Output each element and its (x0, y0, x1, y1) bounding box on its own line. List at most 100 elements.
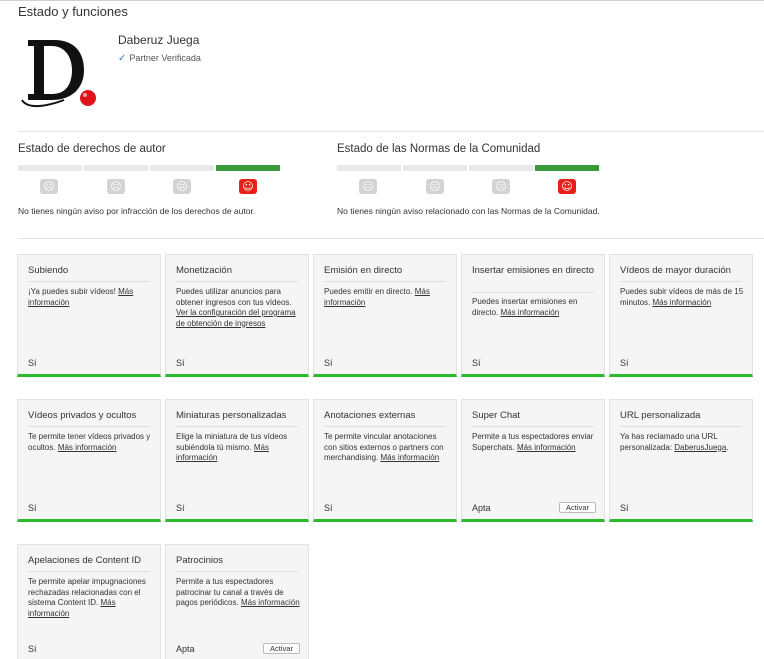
feature-card-external-annotations: Anotaciones externas Te permite vincular… (313, 399, 457, 522)
card-divider (28, 281, 150, 282)
copyright-status: Estado de derechos de autor ☹ ☹ ☹ ☺ No t… (18, 143, 280, 216)
monetization-settings-link[interactable]: Ver la configuración del programa de obt… (176, 308, 296, 328)
card-divider (620, 426, 742, 427)
feature-status: Sí (28, 358, 37, 368)
strike-segment-active (535, 165, 599, 171)
feature-title: Patrocinios (176, 555, 223, 566)
feature-status: Sí (620, 503, 629, 513)
strike-segment (469, 165, 533, 171)
community-status: Estado de las Normas de la Comunidad ☹ ☹… (337, 143, 600, 216)
feature-card-content-id-appeals: Apelaciones de Content ID Te permite ape… (17, 544, 161, 659)
copyright-status-title: Estado de derechos de autor (18, 143, 166, 155)
more-info-link[interactable]: Más información (241, 598, 300, 607)
feature-status: Sí (620, 358, 629, 368)
copyright-status-message: No tienes ningún aviso por infracción de… (18, 206, 256, 216)
happy-face-icon: ☺ (558, 179, 576, 194)
activate-sponsorships-button[interactable]: Activar (263, 643, 300, 654)
feature-description: Puedes insertar emisiones en directo. Má… (472, 297, 578, 317)
check-icon: ✓ (118, 53, 127, 64)
strike-segment (84, 165, 148, 171)
strike-segment (337, 165, 401, 171)
feature-status: Sí (28, 644, 37, 654)
feature-description: Puedes utilizar anuncios para obtener in… (176, 287, 296, 328)
feature-card-longer-videos: Vídeos de mayor duración Puedes subir ví… (609, 254, 753, 377)
feature-description: Te permite vincular anotaciones con siti… (324, 432, 444, 462)
community-status-title: Estado de las Normas de la Comunidad (337, 143, 541, 155)
card-divider (472, 292, 594, 293)
feature-card-sponsorships: Patrocinios Permite a tus espectadores p… (165, 544, 309, 659)
custom-url-link[interactable]: DaberusJuega (674, 443, 726, 452)
feature-card-monetization: Monetización Puedes utilizar anuncios pa… (165, 254, 309, 377)
card-divider (28, 426, 150, 427)
feature-status: Sí (324, 358, 333, 368)
neutral-face-icon: ☹ (173, 179, 191, 194)
strike-segment-active (216, 165, 280, 171)
card-divider (324, 281, 446, 282)
partner-badge-label: Partner Verificada (129, 53, 201, 63)
feature-title: Vídeos de mayor duración (620, 265, 731, 276)
neutral-face-icon: ☹ (426, 179, 444, 194)
feature-title: URL personalizada (620, 410, 701, 421)
feature-card-custom-thumbnails: Miniaturas personalizadas Elige la minia… (165, 399, 309, 522)
community-strike-meter: ☹ ☹ ☹ ☺ (337, 165, 602, 197)
neutral-face-icon: ☹ (107, 179, 125, 194)
feature-description: Ya has reclamado una URL personalizada: … (620, 432, 729, 452)
divider (18, 131, 764, 132)
feature-title: Apelaciones de Content ID (28, 555, 142, 566)
more-info-link[interactable]: Más información (58, 443, 117, 452)
feature-status: Sí (176, 358, 185, 368)
divider (18, 238, 764, 239)
feature-title: Emisión en directo (324, 265, 403, 276)
community-status-message: No tienes ningún aviso relacionado con l… (337, 206, 600, 216)
card-divider (176, 426, 298, 427)
feature-description: Puedes emitir en directo. Más informació… (324, 287, 430, 307)
feature-card-super-chat: Super Chat Permite a tus espectadores en… (461, 399, 605, 522)
feature-title: Super Chat (472, 410, 521, 421)
feature-card-private-videos: Vídeos privados y ocultos Te permite ten… (17, 399, 161, 522)
happy-face-icon: ☺ (239, 179, 257, 194)
card-divider (472, 426, 594, 427)
feature-status: Sí (472, 358, 481, 368)
channel-logo (18, 34, 98, 110)
feature-title: Miniaturas personalizadas (176, 410, 287, 421)
feature-description: Permite a tus espectadores patrocinar tu… (176, 577, 300, 607)
feature-status: Sí (28, 503, 37, 513)
more-info-link[interactable]: Más información (380, 453, 439, 462)
feature-card-live-streaming: Emisión en directo Puedes emitir en dire… (313, 254, 457, 377)
feature-status: Sí (324, 503, 333, 513)
card-divider (176, 571, 298, 572)
feature-description: Te permite tener vídeos privados y ocult… (28, 432, 151, 452)
feature-description: Permite a tus espectadores enviar Superc… (472, 432, 594, 452)
more-info-link[interactable]: Más información (517, 443, 576, 452)
card-divider (324, 426, 446, 427)
channel-name[interactable]: Daberuz Juega (118, 33, 199, 47)
partner-badge: ✓ Partner Verificada (118, 53, 201, 64)
more-info-link[interactable]: Más información (500, 308, 559, 317)
feature-description: ¡Ya puedes subir vídeos! Más información (28, 287, 134, 307)
feature-title: Monetización (176, 265, 232, 276)
sad-face-icon: ☹ (359, 179, 377, 194)
feature-description: Te permite apelar impugnaciones rechazad… (28, 577, 146, 618)
strike-segment (18, 165, 82, 171)
feature-card-uploading: Subiendo ¡Ya puedes subir vídeos! Más in… (17, 254, 161, 377)
neutral-face-icon: ☹ (492, 179, 510, 194)
copyright-strike-meter: ☹ ☹ ☹ ☺ (18, 165, 283, 197)
feature-status: Apta (176, 644, 195, 654)
card-divider (28, 571, 150, 572)
more-info-link[interactable]: Más información (652, 298, 711, 307)
page-title: Estado y funciones (18, 4, 128, 19)
feature-description: Elige la miniatura de tus vídeos subiénd… (176, 432, 288, 462)
activate-super-chat-button[interactable]: Activar (559, 502, 596, 513)
feature-card-custom-url: URL personalizada Ya has reclamado una U… (609, 399, 753, 522)
strike-segment (150, 165, 214, 171)
feature-status: Sí (176, 503, 185, 513)
feature-title: Insertar emisiones en directo (472, 265, 594, 276)
feature-description: Puedes subir vídeos de más de 15 minutos… (620, 287, 744, 307)
feature-status: Apta (472, 503, 491, 513)
feature-title: Subiendo (28, 265, 69, 276)
strike-segment (403, 165, 467, 171)
top-border (0, 0, 764, 1)
sad-face-icon: ☹ (40, 179, 58, 194)
feature-card-embed-live: Insertar emisiones en directo Puedes ins… (461, 254, 605, 377)
feature-title: Vídeos privados y ocultos (28, 410, 137, 421)
